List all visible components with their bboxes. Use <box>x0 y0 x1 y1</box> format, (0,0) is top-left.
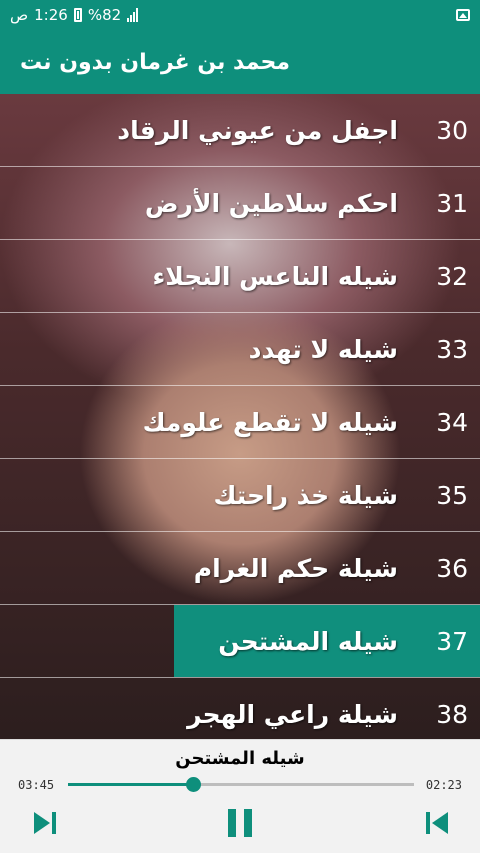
track-number: 34 <box>436 407 468 437</box>
track-title: اجفل من عيوني الرقاد <box>117 115 398 145</box>
pause-icon <box>228 809 252 837</box>
track-number: 30 <box>436 115 468 145</box>
track-number: 36 <box>436 553 468 583</box>
track-row[interactable]: 30 اجفل من عيوني الرقاد <box>0 94 480 167</box>
skip-previous-button[interactable] <box>420 806 454 840</box>
carrier-text: ص <box>10 6 29 24</box>
track-title: شيلة حكم الغرام <box>193 553 398 583</box>
battery-icon <box>73 8 82 22</box>
remaining-time: 02:23 <box>425 778 462 792</box>
app-bar: محمد بن غرمان بدون نت <box>0 30 480 94</box>
skip-next-icon <box>34 812 56 834</box>
elapsed-time: 03:45 <box>18 778 55 792</box>
player-bar: شيله المشتحن 03:45 02:23 <box>0 739 480 853</box>
track-list[interactable]: 30 اجفل من عيوني الرقاد 31 احكم سلاطين ا… <box>0 94 480 739</box>
track-row-active[interactable]: 37 شيله المشتحن <box>0 605 480 678</box>
track-row[interactable]: 33 شيله لا تهدد <box>0 313 480 386</box>
app-title: محمد بن غرمان بدون نت <box>20 49 290 75</box>
track-title: شيله لا تقطع علومك <box>142 407 398 437</box>
pause-button[interactable] <box>223 806 257 840</box>
skip-next-button[interactable] <box>28 806 62 840</box>
track-title: احكم سلاطين الأرض <box>144 188 398 218</box>
battery-text: %82 <box>87 6 122 24</box>
track-title: شيله لا تهدد <box>248 334 398 364</box>
track-title: شيله الناعس النجلاء <box>152 261 398 291</box>
track-number: 35 <box>436 480 468 510</box>
seek-thumb[interactable] <box>185 777 201 792</box>
track-row[interactable]: 35 شيلة خذ راحتك <box>0 459 480 532</box>
track-title: شيله المشتحن <box>218 626 398 656</box>
track-row[interactable]: 31 احكم سلاطين الأرض <box>0 167 480 240</box>
now-playing-title: شيله المشتحن <box>175 748 305 769</box>
track-number: 31 <box>436 188 468 218</box>
track-title: شيلة خذ راحتك <box>213 480 399 510</box>
gallery-icon <box>456 9 470 21</box>
track-row[interactable]: 38 شيلة راعي الهجر <box>0 678 480 739</box>
status-right <box>456 9 470 21</box>
track-row[interactable]: 32 شيله الناعس النجلاء <box>0 240 480 313</box>
seek-fill <box>68 783 193 786</box>
track-row[interactable]: 36 شيلة حكم الغرام <box>0 532 480 605</box>
track-number: 33 <box>436 334 468 364</box>
clock-text: 1:26 <box>34 6 68 24</box>
signal-icon <box>127 8 139 22</box>
status-left: ص 1:26 %82 <box>10 6 139 24</box>
status-bar: ص 1:26 %82 <box>0 0 480 30</box>
skip-previous-icon <box>426 812 448 834</box>
track-title: شيلة راعي الهجر <box>187 700 398 729</box>
seek-slider[interactable] <box>68 777 414 792</box>
track-row[interactable]: 34 شيله لا تقطع علومك <box>0 386 480 459</box>
track-number: 38 <box>436 700 468 729</box>
track-number: 37 <box>436 626 468 656</box>
track-number: 32 <box>436 261 468 291</box>
